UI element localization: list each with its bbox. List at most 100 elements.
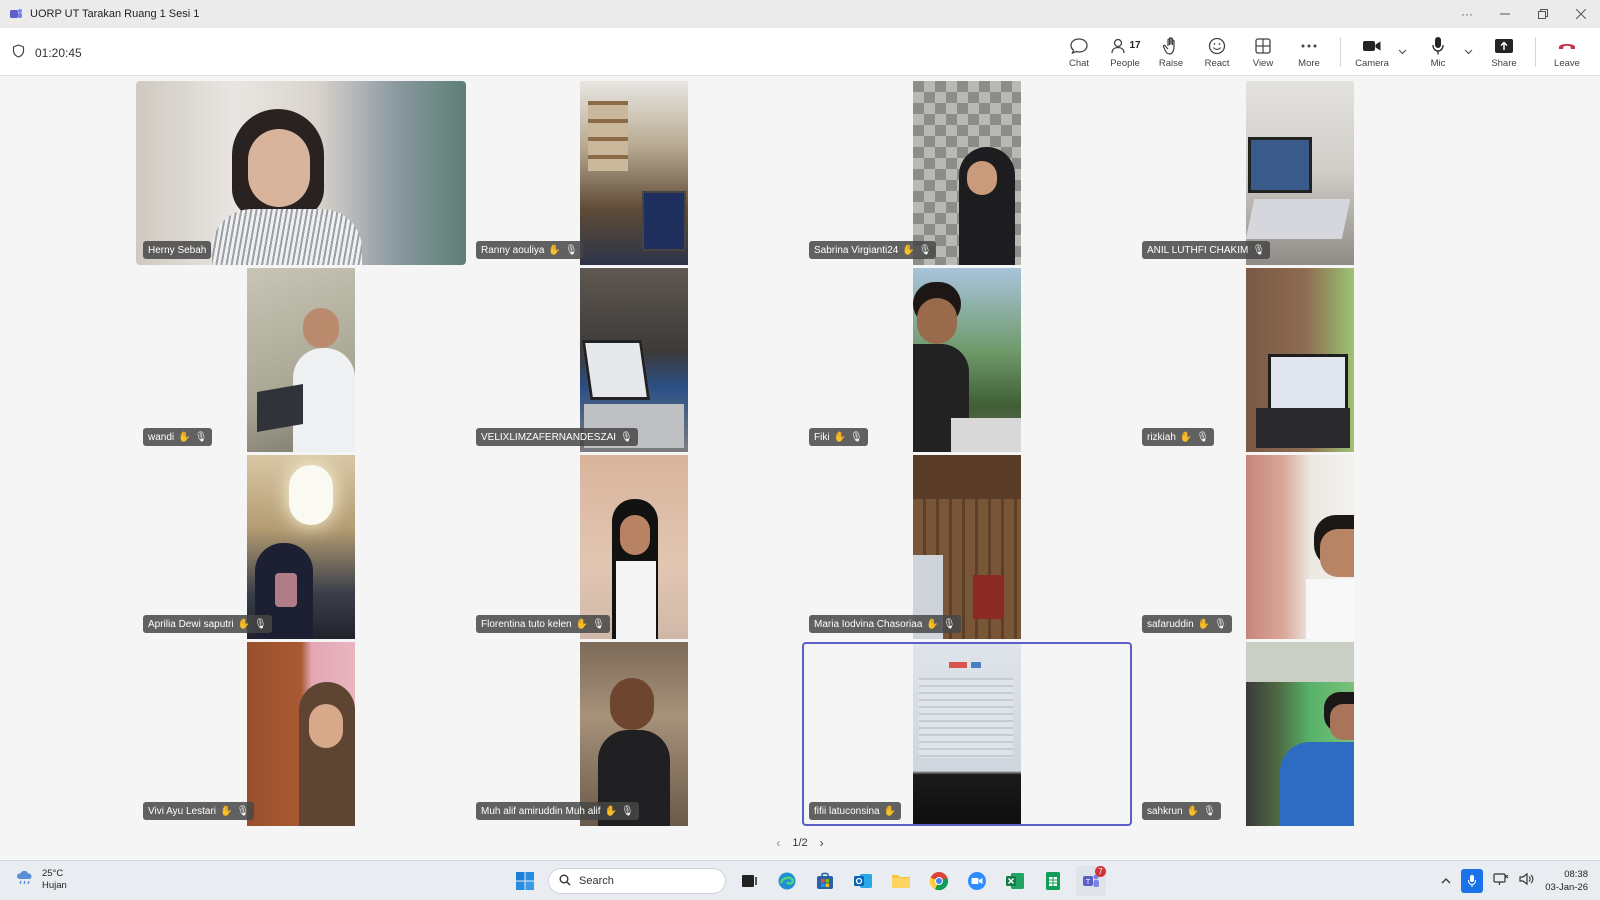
participant-name: fifii latuconsina <box>814 805 880 817</box>
participant-tile[interactable]: safaruddin ✋ 🎙 <box>1135 455 1465 639</box>
participant-tile[interactable]: ANIL LUTHFI CHAKIM 🎙 <box>1135 81 1465 265</box>
hand-raised-icon: ✋ <box>178 431 191 443</box>
hand-raised-icon: ✋ <box>833 431 847 443</box>
participant-name: Herny Sebah <box>148 244 207 256</box>
participant-name-tag: Aprilia Dewi saputri ✋ 🎙 <box>143 615 272 633</box>
minimize-button[interactable] <box>1486 0 1524 28</box>
close-button[interactable] <box>1562 0 1600 28</box>
hand-raised-icon: ✋ <box>220 805 233 817</box>
participant-name-tag: fifii latuconsina ✋ <box>809 802 902 820</box>
edge-browser-icon[interactable] <box>772 866 802 896</box>
system-clock[interactable]: 08:38 03-Jan-26 <box>1545 868 1588 894</box>
mic-options-chevron-down-icon[interactable] <box>1461 28 1475 76</box>
teams-app-icon <box>8 6 24 22</box>
start-windows-icon[interactable] <box>510 866 540 896</box>
hand-raised-icon: ✋ <box>883 805 897 817</box>
chat-icon <box>1069 36 1089 56</box>
participant-name-tag: ANIL LUTHFI CHAKIM 🎙 <box>1142 241 1271 259</box>
search-icon <box>559 874 571 889</box>
participant-name-tag: wandi ✋ 🎙 <box>143 428 213 446</box>
chat-button[interactable]: Chat <box>1056 28 1102 76</box>
zoom-app-icon[interactable] <box>962 866 992 896</box>
previous-page-chevron-left-icon[interactable]: ‹ <box>776 836 780 850</box>
window-titlebar: UORP UT Tarakan Ruang 1 Sesi 1 ··· <box>0 0 1600 28</box>
leave-label: Leave <box>1554 57 1580 69</box>
people-button[interactable]: 17 People <box>1102 28 1148 76</box>
participant-tile[interactable]: Maria Iodvina Chasoriaa ✋ 🎙 <box>802 455 1132 639</box>
next-page-chevron-right-icon[interactable]: › <box>820 836 824 850</box>
file-explorer-folder-icon[interactable] <box>886 866 916 896</box>
participant-video <box>580 455 688 639</box>
camera-button[interactable]: Camera <box>1349 28 1395 76</box>
mic-muted-icon: 🎙 <box>1196 431 1210 443</box>
mic-muted-icon: 🎙 <box>1252 244 1266 256</box>
weather-widget[interactable]: 25°C Hujan <box>14 867 67 892</box>
more-options-icon[interactable]: ··· <box>1448 0 1486 28</box>
outlook-icon[interactable] <box>848 866 878 896</box>
participant-tile-active-speaker[interactable]: fifii latuconsina ✋ <box>802 642 1132 826</box>
participant-video <box>913 455 1021 639</box>
participant-tile[interactable]: Aprilia Dewi saputri ✋ 🎙 <box>136 455 466 639</box>
page-indicator: 1/2 <box>792 837 808 849</box>
microphone-in-use-icon[interactable] <box>1461 869 1484 893</box>
participant-tile[interactable]: Herny Sebah <box>136 81 466 265</box>
view-button[interactable]: View <box>1240 28 1286 76</box>
participant-tile[interactable]: wandi ✋ 🎙 <box>136 268 466 452</box>
participant-video <box>580 642 688 826</box>
weather-temperature: 25°C <box>42 867 64 879</box>
network-icon[interactable] <box>1493 872 1509 891</box>
participant-tile[interactable]: Florentina tuto kelen ✋ 🎙 <box>469 455 799 639</box>
participant-tile[interactable]: Ranny aouliya ✋ 🎙 <box>469 81 799 265</box>
meeting-timer: 01:20:45 <box>12 44 82 61</box>
elapsed-time: 01:20:45 <box>35 45 82 60</box>
participant-tile[interactable]: sahkrun ✋ 🎙 <box>1135 642 1465 826</box>
leave-button[interactable]: Leave <box>1544 28 1590 76</box>
mic-muted-icon: 🎙 <box>942 618 956 630</box>
people-icon: 17 <box>1109 36 1141 56</box>
more-button[interactable]: More <box>1286 28 1332 76</box>
participant-tile[interactable]: Muh alif amiruddin Muh alif ✋ 🎙 <box>469 642 799 826</box>
excel-icon[interactable] <box>1000 866 1030 896</box>
participant-name: Ranny aouliya <box>481 244 545 256</box>
teams-taskbar-icon[interactable]: T 7 <box>1076 866 1106 896</box>
participant-name-tag: Vivi Ayu Lestari ✋ 🎙 <box>143 802 255 820</box>
mic-button[interactable]: Mic <box>1415 28 1461 76</box>
share-button[interactable]: Share <box>1481 28 1527 76</box>
hand-raised-icon: ✋ <box>548 244 561 256</box>
participant-name-tag: Sabrina Virgianti24 ✋ 🎙 <box>809 241 937 259</box>
rain-cloud-icon <box>14 867 36 892</box>
participant-tile[interactable]: Sabrina Virgianti24 ✋ 🎙 <box>802 81 1132 265</box>
participant-video <box>247 455 355 639</box>
show-hidden-icons-chevron-up-icon[interactable] <box>1441 872 1451 890</box>
participant-video <box>247 268 355 452</box>
participant-tile[interactable]: Vivi Ayu Lestari ✋ 🎙 <box>136 642 466 826</box>
participant-video <box>913 268 1021 452</box>
search-placeholder: Search <box>579 875 614 887</box>
toolbar-divider <box>1535 37 1536 67</box>
participant-tile[interactable]: rizkiah ✋ 🎙 <box>1135 268 1465 452</box>
toolbar-divider <box>1340 37 1341 67</box>
hand-raised-icon: ✋ <box>237 618 251 630</box>
windows-taskbar: 25°C Hujan Search T 7 08:38 03-Jan-26 <box>0 860 1600 900</box>
participant-name: wandi <box>148 431 175 443</box>
camera-options-chevron-down-icon[interactable] <box>1395 28 1409 76</box>
taskbar-search-input[interactable]: Search <box>548 868 726 894</box>
restore-button[interactable] <box>1524 0 1562 28</box>
hand-raised-icon: ✋ <box>902 244 915 256</box>
participant-name: Florentina tuto kelen <box>481 618 572 630</box>
participant-tile[interactable]: Fiki ✋ 🎙 <box>802 268 1132 452</box>
participant-name: Muh alif amiruddin Muh alif <box>481 805 601 817</box>
spreadsheet-app-icon[interactable] <box>1038 866 1068 896</box>
react-button[interactable]: React <box>1194 28 1240 76</box>
raise-hand-button[interactable]: Raise <box>1148 28 1194 76</box>
participant-name: Vivi Ayu Lestari <box>148 805 217 817</box>
ellipsis-icon <box>1300 36 1318 56</box>
volume-icon[interactable] <box>1519 872 1535 891</box>
participant-tile[interactable]: VELIXLIMZAFERNANDESZAI 🎙 <box>469 268 799 452</box>
microsoft-store-icon[interactable] <box>810 866 840 896</box>
gallery-pager: ‹ 1/2 › <box>0 836 1600 850</box>
share-screen-icon <box>1494 36 1514 56</box>
smiley-icon <box>1208 36 1226 56</box>
chrome-browser-icon[interactable] <box>924 866 954 896</box>
task-view-icon[interactable] <box>734 866 764 896</box>
